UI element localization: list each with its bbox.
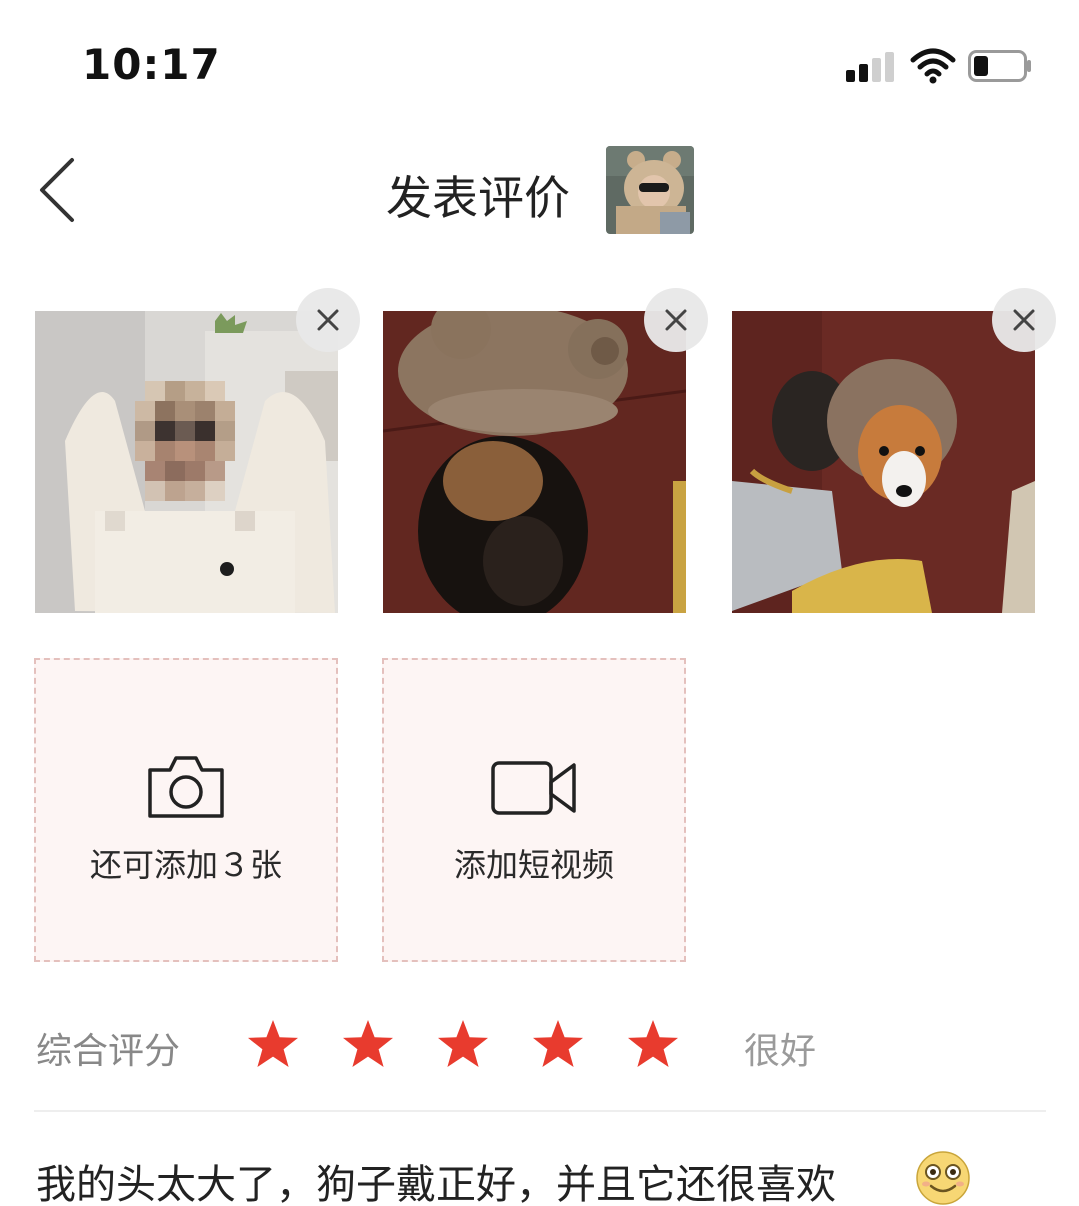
review-photo-1[interactable] [35,311,338,613]
battery-icon [968,50,1031,82]
star-3-icon[interactable] [436,1018,490,1072]
divider [34,1110,1046,1112]
add-photo-label: 还可添加３张 [89,846,282,884]
add-video-label: 添加短视频 [453,846,614,884]
star-4-icon[interactable] [531,1018,585,1072]
back-button[interactable] [34,155,84,225]
star-5-icon[interactable] [626,1018,680,1072]
rating-text: 很好 [744,1031,817,1072]
star-1-icon[interactable] [246,1018,300,1072]
review-photo-2[interactable] [383,311,686,613]
signal-icon [846,52,896,82]
page-title: 发表评价 [386,171,570,225]
smiling-face-emoji-icon [916,1151,970,1205]
rating-label: 综合评分 [36,1031,181,1072]
close-icon [665,309,687,331]
chevron-left-icon [40,158,74,222]
camera-icon [148,756,224,818]
status-time: 10:17 [82,40,221,89]
remove-photo-1-button[interactable] [296,288,360,352]
status-bar: 10:17 [0,0,1079,130]
review-photo-3[interactable] [732,311,1035,613]
video-camera-icon [491,761,576,815]
review-text[interactable]: 我的头太大了，狗子戴正好，并且它还很喜欢 [36,1152,836,1206]
remove-photo-2-button[interactable] [644,288,708,352]
star-2-icon[interactable] [341,1018,395,1072]
close-icon [317,309,339,331]
title-avatar [606,146,694,234]
add-photo-button[interactable]: 还可添加３张 [34,658,338,962]
remove-photo-3-button[interactable] [992,288,1056,352]
wifi-icon [910,48,956,84]
add-video-button[interactable]: 添加短视频 [382,658,686,962]
close-icon [1013,309,1035,331]
